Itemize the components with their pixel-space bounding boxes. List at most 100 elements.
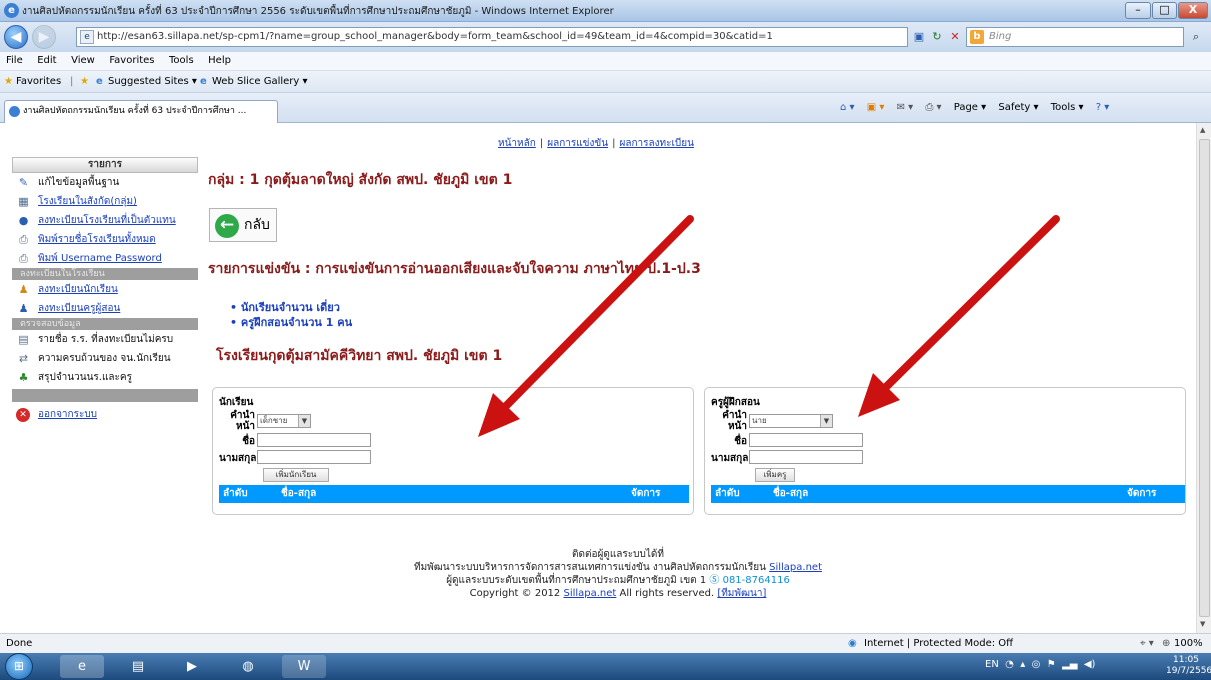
taskbar-clock[interactable]: 11:05 19/7/2556 — [1166, 655, 1211, 677]
flag-icon[interactable]: ⚑ — [1044, 659, 1056, 670]
address-input[interactable]: e http://esan63.sillapa.net/sp-cpm1/?nam… — [76, 27, 908, 47]
sidebar-item-register-schools[interactable]: ● ลงทะเบียนโรงเรียนที่เป็นตัวแทน — [12, 211, 198, 230]
web-slice-gallery-link[interactable]: Web Slice Gallery ▾ — [212, 76, 308, 87]
add-favorite-icon[interactable]: ★ — [80, 76, 89, 87]
protected-mode-icon[interactable]: ⌖ ▾ — [1140, 638, 1154, 649]
tab-favicon-icon — [9, 106, 20, 117]
favorites-button[interactable]: Favorites — [16, 76, 61, 87]
footer-copyright-link[interactable]: Sillapa.net — [563, 588, 616, 599]
teacher-surname-input[interactable] — [749, 450, 863, 464]
sidebar-item-print-schools[interactable]: ⎙ พิมพ์รายชื่อโรงเรียนทั้งหมด — [12, 230, 198, 249]
favorites-star-icon: ★ — [4, 76, 13, 87]
sidebar-item-print-username[interactable]: ⎙ พิมพ์ Username Password — [12, 249, 198, 268]
compat-view-icon[interactable]: ▣ — [912, 30, 926, 44]
menu-favorites[interactable]: Favorites — [103, 52, 159, 66]
help-icon[interactable]: ? ▾ — [1096, 102, 1110, 113]
sidebar-item-edit-basic[interactable]: ✎ แก้ไขข้อมูลพื้นฐาน — [12, 173, 198, 192]
sidebar-item-incomplete-schools[interactable]: ▤ รายชื่อ ร.ร. ที่ลงทะเบียนไม่ครบ — [12, 330, 198, 349]
vertical-scrollbar[interactable]: ▲ ▼ — [1196, 123, 1211, 633]
minimize-button[interactable]: – — [1125, 2, 1151, 19]
add-teacher-button[interactable]: เพิ่มครู — [755, 468, 795, 482]
status-zoom[interactable]: 100% — [1174, 638, 1203, 649]
sidebar-item-logout[interactable]: ✕ ออกจากระบบ — [12, 405, 198, 424]
stop-icon[interactable]: ✕ — [948, 30, 962, 44]
search-go-icon[interactable]: ⌕ — [1189, 30, 1203, 44]
nav-separator: | — [539, 138, 544, 149]
close-button[interactable]: X — [1178, 2, 1208, 19]
help-tray-icon[interactable]: ◔ — [1002, 659, 1014, 670]
suggested-sites-link[interactable]: Suggested Sites ▾ — [108, 76, 197, 87]
safety-menu[interactable]: Safety ▾ — [998, 102, 1038, 113]
prefix-label: คำนำหน้า — [722, 410, 747, 432]
back-nav-button[interactable]: ◀ — [4, 25, 28, 49]
teacher-icon: ♟ — [18, 302, 29, 315]
sidebar-item-label[interactable]: พิมพ์ Username Password — [38, 253, 162, 264]
sidebar-item-label[interactable]: พิมพ์รายชื่อโรงเรียนทั้งหมด — [38, 234, 156, 245]
menu-tools[interactable]: Tools — [163, 52, 199, 66]
sidebar-item-student-completeness[interactable]: ⇄ ความครบถ้วนของ จน.นักเรียน — [12, 349, 198, 368]
sidebar-item-label[interactable]: ลงทะเบียนโรงเรียนที่เป็นตัวแทน — [38, 215, 176, 226]
start-button[interactable]: ⊞ — [5, 653, 33, 680]
language-indicator[interactable]: EN — [985, 659, 999, 670]
mail-icon[interactable]: ✉ ▾ — [897, 102, 914, 113]
menu-view[interactable]: View — [65, 52, 100, 66]
scroll-up-icon[interactable]: ▲ — [1200, 126, 1205, 134]
network-icon[interactable]: ◎ — [1028, 659, 1041, 670]
taskbar-explorer-icon[interactable]: ▤ — [116, 655, 160, 678]
scroll-down-icon[interactable]: ▼ — [1200, 620, 1205, 628]
taskbar-word-icon[interactable]: W — [282, 655, 326, 678]
taskbar-ie-icon[interactable]: e — [60, 655, 104, 678]
scroll-thumb[interactable] — [1199, 139, 1210, 617]
forward-nav-button[interactable]: ▶ — [32, 25, 56, 49]
maximize-button[interactable]: □ — [1152, 2, 1177, 19]
sidebar-item-label[interactable]: โรงเรียนในสังกัด(กลุ่ม) — [38, 196, 137, 207]
menu-file[interactable]: File — [0, 52, 28, 66]
tools-menu[interactable]: Tools ▾ — [1051, 102, 1084, 113]
taskbar-chrome-icon[interactable]: ◍ — [226, 655, 270, 678]
signal-icon[interactable]: ▂▄ — [1059, 659, 1077, 670]
clock-date: 19/7/2556 — [1166, 666, 1211, 676]
add-student-button[interactable]: เพิ่มนักเรียน — [263, 468, 329, 482]
teacher-prefix-select[interactable]: นาย ▼ — [749, 414, 833, 428]
sidebar-item-label[interactable]: ลงทะเบียนครูผู้สอน — [38, 303, 120, 314]
sidebar-item-register-teachers[interactable]: ♟ ลงทะเบียนครูผู้สอน — [12, 299, 198, 318]
nav-results-link[interactable]: ผลการแข่งขัน — [547, 138, 608, 149]
student-surname-input[interactable] — [257, 450, 371, 464]
feeds-icon[interactable]: ▣ ▾ — [867, 102, 885, 113]
sidebar-item-label[interactable]: ลงทะเบียนนักเรียน — [38, 284, 118, 295]
page-menu[interactable]: Page ▾ — [954, 102, 986, 113]
footer-team-link[interactable]: [ทีมพัฒนา] — [717, 588, 766, 599]
taskbar-media-icon[interactable]: ▶ — [170, 655, 214, 678]
status-done: Done — [6, 638, 33, 649]
volume-icon[interactable]: ◀) — [1081, 659, 1096, 670]
menu-edit[interactable]: Edit — [31, 52, 61, 66]
logout-link[interactable]: ออกจากระบบ — [38, 409, 97, 420]
home-icon[interactable]: ⌂ ▾ — [840, 102, 855, 113]
sidebar-item-schools[interactable]: ▦ โรงเรียนในสังกัด(กลุ่ม) — [12, 192, 198, 211]
sidebar-header: รายการ — [12, 157, 198, 173]
back-button[interactable]: ← กลับ — [209, 208, 277, 242]
tray-arrow-icon[interactable]: ▴ — [1017, 659, 1025, 670]
refresh-icon[interactable]: ↻ — [930, 30, 944, 44]
footer-rights: All rights reserved. — [619, 588, 715, 599]
top-nav-links: หน้าหลัก | ผลการแข่งขัน | ผลการลงทะเบียน — [498, 136, 694, 151]
sidebar-item-summary[interactable]: ♣ สรุปจำนวนนร.และครู — [12, 368, 198, 387]
sidebar-item-label: สรุปจำนวนนร.และครู — [38, 372, 132, 383]
teacher-name-input[interactable] — [749, 433, 863, 447]
search-input[interactable]: b Bing — [966, 27, 1184, 47]
student-name-input[interactable] — [257, 433, 371, 447]
info-item: • ครูฝึกสอนจำนวน 1 คน — [230, 316, 353, 329]
student-prefix-select[interactable]: เด็กชาย ▼ — [257, 414, 311, 428]
sidebar-item-register-students[interactable]: ♟ ลงทะเบียนนักเรียน — [12, 280, 198, 299]
footer-sillapa-link[interactable]: Sillapa.net — [769, 562, 822, 573]
menu-help[interactable]: Help — [202, 52, 236, 66]
sidebar-divider — [12, 389, 198, 402]
list-icon: ▤ — [18, 333, 29, 346]
browser-tab[interactable]: งานศิลปหัตถกรรมนักเรียน ครั้งที่ 63 ประจ… — [4, 100, 278, 123]
suggested-sites-icon: e — [96, 76, 103, 87]
nav-registration-link[interactable]: ผลการลงทะเบียน — [619, 138, 693, 149]
info-teachers: ครูฝึกสอนจำนวน 1 คน — [240, 316, 353, 329]
favorites-bar: ★ Favorites | ★ e Suggested Sites ▾ e We… — [0, 71, 1211, 93]
nav-home-link[interactable]: หน้าหลัก — [498, 138, 536, 149]
print-icon[interactable]: ⎙ ▾ — [925, 102, 941, 113]
